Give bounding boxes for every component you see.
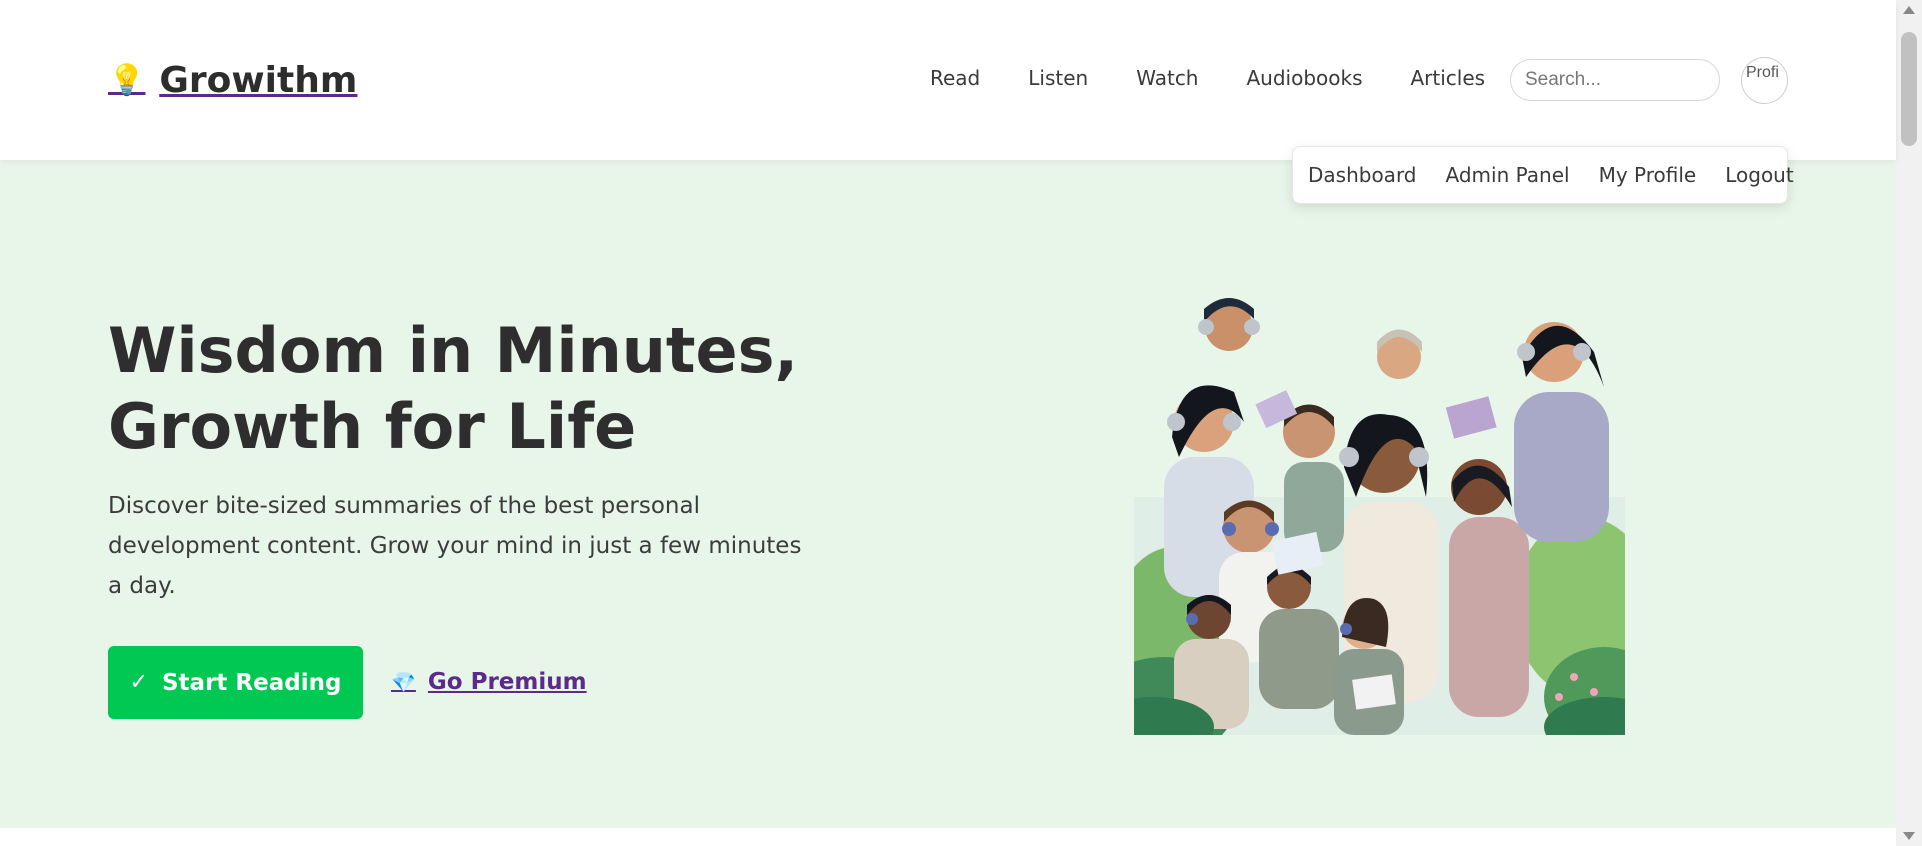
- menu-item-admin-panel[interactable]: Admin Panel: [1446, 163, 1570, 187]
- go-premium-label: Go Premium: [427, 669, 587, 695]
- hero-subtitle: Discover bite-sized summaries of the bes…: [108, 493, 802, 599]
- nav-item-read[interactable]: Read: [930, 66, 980, 90]
- hero-title-line-1: Wisdom in Minutes,: [108, 314, 799, 387]
- search-input[interactable]: [1510, 59, 1720, 101]
- nav-item-audiobooks[interactable]: Audiobooks: [1246, 66, 1362, 90]
- nav-item-watch[interactable]: Watch: [1136, 66, 1198, 90]
- avatar-alt-text: Profi: [1746, 64, 1779, 81]
- hero-title-line-2: Growth for Life: [108, 390, 637, 463]
- nav-item-listen[interactable]: Listen: [1028, 66, 1088, 90]
- menu-item-logout[interactable]: Logout: [1725, 163, 1793, 187]
- user-menu-dropdown: Dashboard Admin Panel My Profile Logout: [1292, 146, 1794, 204]
- main-nav: Read Listen Watch Audiobooks Articles: [930, 66, 1533, 90]
- check-icon: ✓: [129, 670, 148, 695]
- gem-icon: 💎: [391, 670, 416, 694]
- scroll-thumb[interactable]: [1901, 32, 1917, 146]
- go-premium-link[interactable]: 💎 Go Premium: [391, 669, 587, 695]
- lightbulb-icon: 💡: [108, 63, 146, 98]
- hero-illustration: [1134, 297, 1625, 735]
- avatar[interactable]: Profi: [1741, 57, 1788, 104]
- menu-item-my-profile[interactable]: My Profile: [1599, 163, 1697, 187]
- scroll-down-arrow-icon[interactable]: [1903, 832, 1915, 840]
- start-reading-label: Start Reading: [161, 669, 342, 696]
- page-scrollbar[interactable]: [1896, 0, 1922, 846]
- hero-title: Wisdom in Minutes, Growth for Life: [108, 313, 808, 465]
- hero-section: Wisdom in Minutes, Growth for Life Disco…: [0, 160, 1896, 828]
- site-header: 💡 Growithm Read Listen Watch Audiobooks …: [0, 0, 1896, 160]
- start-reading-button[interactable]: ✓ Start Reading: [108, 646, 363, 719]
- scroll-up-arrow-icon[interactable]: [1903, 6, 1915, 14]
- nav-item-articles[interactable]: Articles: [1411, 66, 1486, 90]
- brand-name: Growithm: [159, 60, 358, 101]
- menu-item-dashboard[interactable]: Dashboard: [1308, 163, 1417, 187]
- brand-logo-link[interactable]: 💡 Growithm: [108, 60, 357, 101]
